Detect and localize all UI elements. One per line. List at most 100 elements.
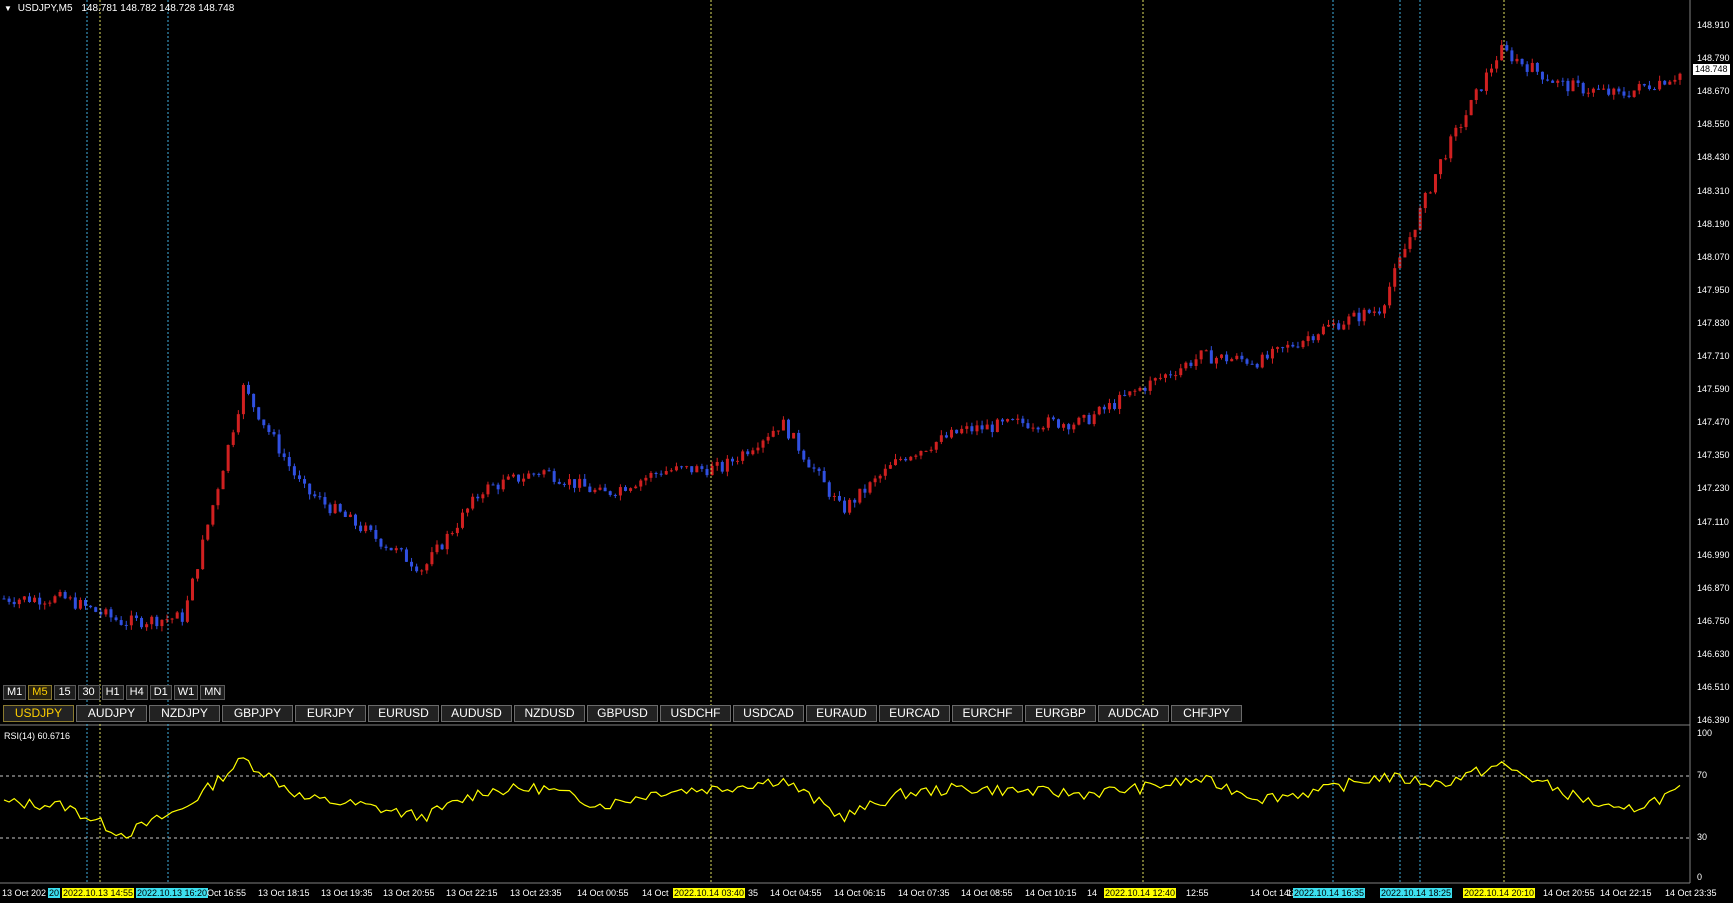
- candle-body: [1265, 354, 1269, 359]
- candle-body: [756, 447, 760, 451]
- candle-body: [598, 487, 602, 490]
- timeframe-button-d1[interactable]: D1: [149, 685, 172, 700]
- candle-body: [1179, 368, 1183, 376]
- symbol-button-eurcad[interactable]: EURCAD: [879, 705, 950, 722]
- candle-body: [1311, 336, 1315, 341]
- candle-body: [1016, 418, 1020, 420]
- time-tick-label: 12:55: [1186, 888, 1209, 898]
- timeframe-button-30[interactable]: 30: [77, 685, 100, 700]
- candle-body: [460, 512, 464, 528]
- candle-body: [1291, 344, 1295, 347]
- symbol-button-nzdusd[interactable]: NZDUSD: [514, 705, 585, 722]
- symbol-button-usdjpy[interactable]: USDJPY: [3, 705, 74, 722]
- symbol-button-usdchf[interactable]: USDCHF: [660, 705, 731, 722]
- price-chart[interactable]: [0, 0, 1733, 903]
- price-tick-label: 147.470: [1697, 417, 1730, 428]
- candle-body: [1138, 387, 1142, 391]
- candle-body: [1561, 80, 1565, 82]
- candle-body: [680, 466, 684, 468]
- candle-body: [104, 609, 108, 615]
- candle-body: [450, 533, 454, 535]
- candle-body: [583, 478, 587, 487]
- symbol-button-audusd[interactable]: AUDUSD: [441, 705, 512, 722]
- time-tick-label: 2022.10.14 20:10: [1463, 888, 1536, 898]
- candle-body: [22, 596, 26, 600]
- candle-body: [603, 487, 607, 492]
- candle-body: [1418, 208, 1422, 230]
- candle-body: [527, 473, 531, 479]
- price-tick-label: 147.110: [1697, 516, 1729, 527]
- candle-body: [12, 601, 16, 605]
- timeframe-button-m1[interactable]: M1: [3, 685, 27, 700]
- symbol-button-audcad[interactable]: AUDCAD: [1098, 705, 1169, 722]
- candle-body: [1367, 309, 1371, 313]
- price-candles: [2, 40, 1682, 632]
- candle-body: [1036, 427, 1040, 430]
- candle-body: [501, 479, 505, 490]
- timeframe-button-m5[interactable]: M5: [28, 685, 52, 700]
- candle-body: [1118, 394, 1122, 409]
- dropdown-triangle-icon[interactable]: ▼: [4, 4, 12, 13]
- symbol-button-audjpy[interactable]: AUDJPY: [76, 705, 147, 722]
- candle-body: [318, 496, 322, 498]
- candle-body: [1357, 312, 1361, 322]
- candle-body: [267, 425, 271, 432]
- candle-body: [990, 424, 994, 433]
- symbol-button-nzdjpy[interactable]: NZDJPY: [149, 705, 220, 722]
- candle-body: [1301, 341, 1305, 348]
- symbol-button-eurgbp[interactable]: EURGBP: [1025, 705, 1096, 722]
- timeframe-button-15[interactable]: 15: [53, 685, 76, 700]
- candle-body: [384, 546, 388, 548]
- price-tick-label: 146.870: [1697, 582, 1730, 593]
- candle-body: [33, 597, 37, 603]
- candle-body: [1647, 85, 1651, 90]
- timeframe-bar: M1 M5 15 30 H1 H4 D1 W1 MN: [3, 685, 226, 700]
- candle-body: [1158, 377, 1162, 379]
- timeframe-button-h1[interactable]: H1: [101, 685, 124, 700]
- price-tick-label: 148.550: [1697, 119, 1730, 130]
- candle-body: [1148, 380, 1152, 391]
- candle-body: [593, 489, 597, 493]
- candle-body: [939, 435, 943, 442]
- candle-body: [888, 465, 892, 469]
- timeframe-button-h4[interactable]: H4: [125, 685, 148, 700]
- candle-body: [247, 384, 251, 394]
- symbol-button-eurchf[interactable]: EURCHF: [952, 705, 1023, 722]
- time-tick-label: 2022.10.13 16:20: [136, 888, 209, 898]
- candle-body: [206, 524, 210, 540]
- candle-body: [837, 495, 841, 501]
- candle-body: [1082, 414, 1086, 418]
- candle-body: [308, 483, 312, 495]
- time-tick-label: 20: [48, 888, 61, 898]
- candle-body: [1133, 390, 1137, 392]
- symbol-button-euraud[interactable]: EURAUD: [806, 705, 877, 722]
- timeframe-button-w1[interactable]: W1: [173, 685, 199, 700]
- symbol-button-gbpusd[interactable]: GBPUSD: [587, 705, 658, 722]
- symbol-button-eurjpy[interactable]: EURJPY: [295, 705, 366, 722]
- candle-body: [960, 428, 964, 434]
- candle-body: [1525, 64, 1529, 72]
- symbol-button-eurusd[interactable]: EURUSD: [368, 705, 439, 722]
- candle-body: [226, 444, 230, 471]
- symbol-button-usdcad[interactable]: USDCAD: [733, 705, 804, 722]
- price-tick-label: 148.430: [1697, 152, 1730, 163]
- time-tick-label: 13 Oct 22:15: [446, 888, 498, 898]
- symbol-button-gbpjpy[interactable]: GBPJPY: [222, 705, 293, 722]
- timeframe-button-mn[interactable]: MN: [200, 685, 226, 700]
- candle-body: [1189, 362, 1193, 366]
- candle-body: [1321, 326, 1325, 335]
- vertical-marker-lines: [86, 0, 1505, 883]
- candle-body: [562, 483, 566, 485]
- candle-body: [669, 470, 673, 472]
- rsi-line: [3, 757, 1681, 839]
- candle-body: [649, 472, 653, 478]
- candle-body: [1658, 80, 1662, 90]
- time-tick-label: 2022.10.13 14:55: [62, 888, 135, 898]
- symbol-button-chfjpy[interactable]: CHFJPY: [1171, 705, 1242, 722]
- candle-body: [1607, 88, 1611, 95]
- time-tick-label: 14 Oct 22:15: [1600, 888, 1652, 898]
- candle-body: [394, 548, 398, 551]
- rsi-tick-label: 0: [1697, 872, 1703, 882]
- candle-body: [1393, 268, 1397, 287]
- candle-body: [1556, 80, 1560, 83]
